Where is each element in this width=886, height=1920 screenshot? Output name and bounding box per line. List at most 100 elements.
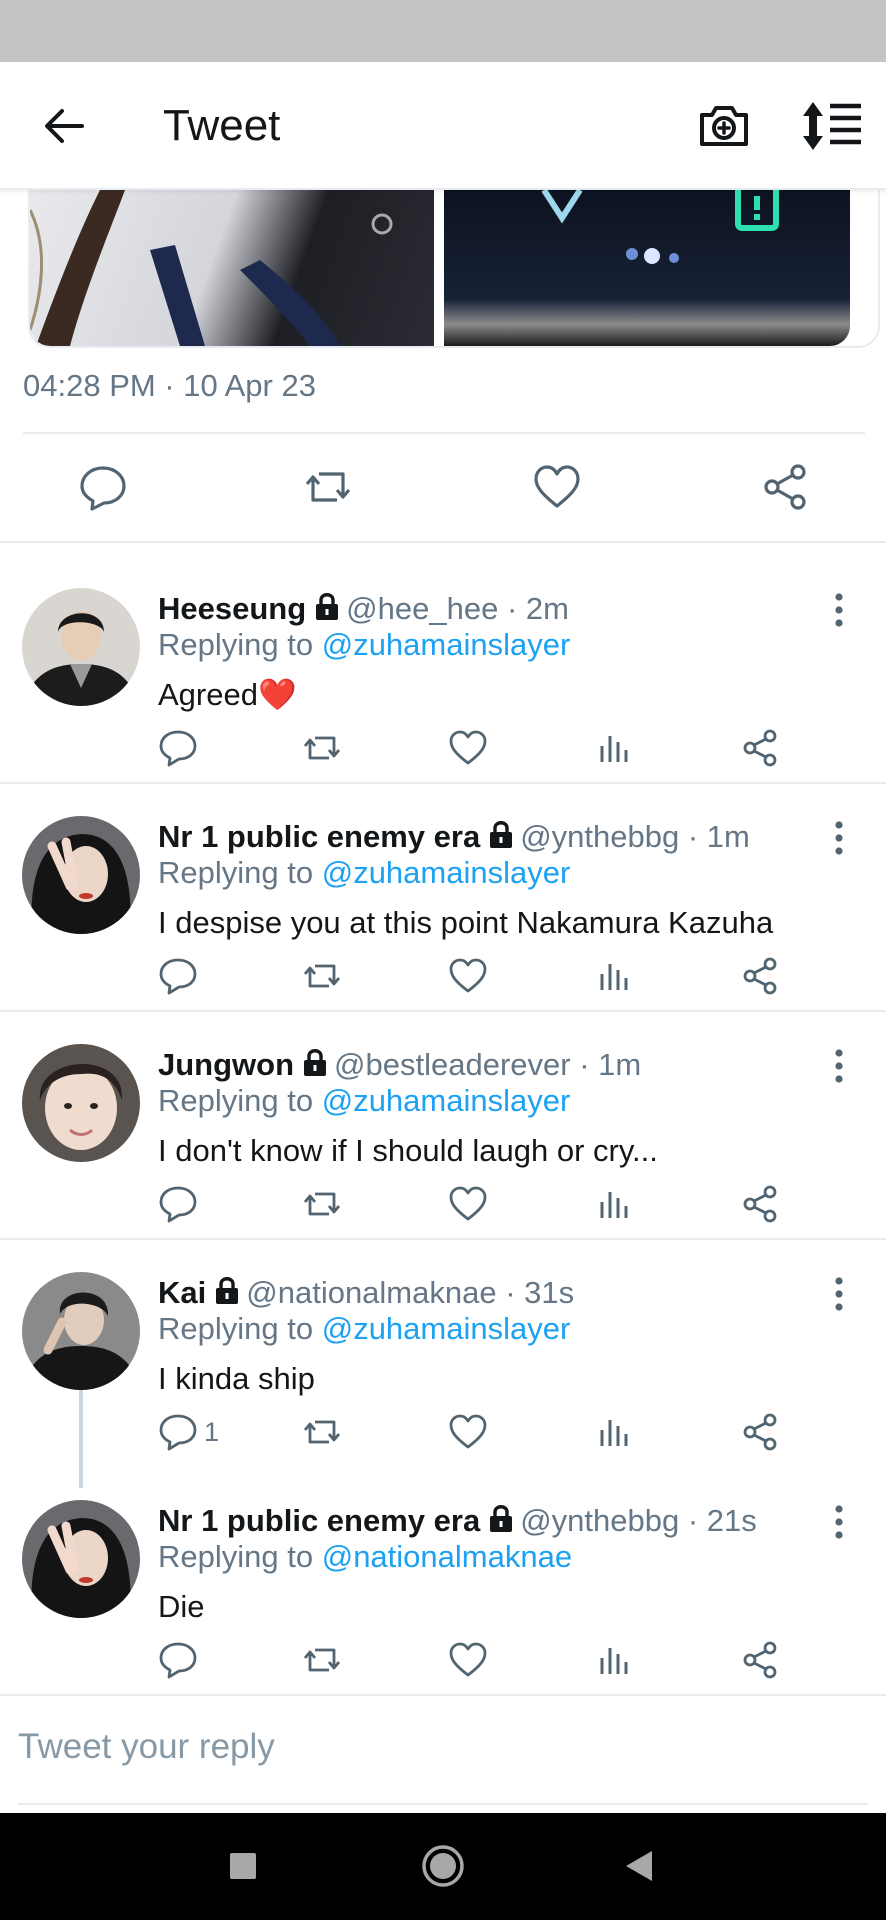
reply-icon[interactable] xyxy=(158,1640,198,1680)
reply-actions xyxy=(0,728,886,772)
like-icon[interactable] xyxy=(448,1184,488,1224)
tweet-photo-2[interactable] xyxy=(444,190,850,346)
display-name[interactable]: Nr 1 public enemy era xyxy=(158,819,480,854)
handle-and-time: @nationalmaknae · 31s xyxy=(246,1275,575,1310)
replying-to: Replying to @zuhamainslayer xyxy=(158,626,570,664)
share-icon[interactable] xyxy=(740,1184,780,1224)
lock-icon xyxy=(216,1277,239,1304)
reply-tweet[interactable]: Heeseung @hee_hee · 2m Replying to @zuham… xyxy=(0,554,886,782)
share-icon[interactable] xyxy=(740,728,780,768)
more-vertical-icon[interactable] xyxy=(822,1276,856,1312)
reply-header: Jungwon @bestleaderever · 1m xyxy=(158,1046,641,1084)
replying-to-label: Replying to xyxy=(158,1083,322,1118)
divider xyxy=(0,1694,886,1696)
replying-to: Replying to @zuhamainslayer xyxy=(158,1082,570,1120)
lock-icon xyxy=(490,1505,513,1532)
display-name[interactable]: Nr 1 public enemy era xyxy=(158,1503,480,1538)
mention-link[interactable]: @zuhamainslayer xyxy=(322,855,571,890)
avatar[interactable] xyxy=(22,1044,140,1162)
status-bar xyxy=(0,0,886,62)
avatar[interactable] xyxy=(22,816,140,934)
replying-to: Replying to @zuhamainslayer xyxy=(158,1310,570,1348)
display-name[interactable]: Heeseung xyxy=(158,591,306,626)
back-arrow-icon[interactable] xyxy=(38,100,90,152)
sort-icon[interactable] xyxy=(800,98,864,154)
stats-icon[interactable] xyxy=(594,1412,634,1452)
heart-emoji: ❤️ xyxy=(257,677,297,712)
reply-tweet[interactable]: Nr 1 public enemy era @ynthebbg · 21s Rep… xyxy=(0,1466,886,1694)
reply-text: Agreed❤️ xyxy=(158,676,297,714)
reply-actions xyxy=(0,1640,886,1684)
reply-composer[interactable]: Tweet your reply xyxy=(0,1697,886,1807)
reply-tweet[interactable]: Jungwon @bestleaderever · 1m Replying to … xyxy=(0,1010,886,1238)
more-vertical-icon[interactable] xyxy=(822,1048,856,1084)
avatar[interactable] xyxy=(22,1272,140,1390)
reply-text: Die xyxy=(158,1589,205,1624)
reply-icon[interactable] xyxy=(78,462,128,512)
reply-input[interactable]: Tweet your reply xyxy=(18,1727,275,1767)
retweet-icon[interactable] xyxy=(302,1184,342,1224)
retweet-icon[interactable] xyxy=(302,1412,342,1452)
stats-icon[interactable] xyxy=(594,1184,634,1224)
more-vertical-icon[interactable] xyxy=(822,820,856,856)
share-icon[interactable] xyxy=(740,1412,780,1452)
stats-icon[interactable] xyxy=(594,1640,634,1680)
reply-actions xyxy=(0,1184,886,1228)
replying-to-label: Replying to xyxy=(158,627,322,662)
mention-link[interactable]: @zuhamainslayer xyxy=(322,627,571,662)
back-triangle-icon[interactable] xyxy=(618,1843,664,1889)
retweet-icon[interactable] xyxy=(302,1640,342,1680)
reply-actions xyxy=(0,956,886,1000)
reply-tweet[interactable]: Nr 1 public enemy era @ynthebbg · 1m Repl… xyxy=(0,782,886,1010)
like-icon[interactable] xyxy=(448,1412,488,1452)
share-icon[interactable] xyxy=(740,956,780,996)
retweet-icon[interactable] xyxy=(302,728,342,768)
share-icon[interactable] xyxy=(740,1640,780,1680)
lock-icon xyxy=(304,1049,327,1076)
reply-header: Kai @nationalmaknae · 31s xyxy=(158,1274,574,1312)
more-vertical-icon[interactable] xyxy=(822,1504,856,1540)
reply-icon[interactable] xyxy=(158,1412,198,1452)
more-vertical-icon[interactable] xyxy=(822,592,856,628)
retweet-icon[interactable] xyxy=(303,462,353,512)
avatar[interactable] xyxy=(22,1500,140,1618)
reply-count: 1 xyxy=(204,1417,220,1447)
replying-to-label: Replying to xyxy=(158,1539,322,1574)
replying-to-label: Replying to xyxy=(158,1311,322,1346)
reply-icon[interactable] xyxy=(158,1184,198,1224)
stats-icon[interactable] xyxy=(594,728,634,768)
input-underline xyxy=(18,1803,868,1805)
handle-and-time: @ynthebbg · 1m xyxy=(520,819,750,854)
reply-tweet[interactable]: Kai @nationalmaknae · 31s Replying to @zu… xyxy=(0,1238,886,1466)
mention-link[interactable]: @zuhamainslayer xyxy=(322,1311,571,1346)
like-icon[interactable] xyxy=(532,462,582,512)
recents-square-icon[interactable] xyxy=(220,1843,266,1889)
avatar[interactable] xyxy=(22,588,140,706)
tweet-photo-1[interactable] xyxy=(30,190,434,346)
tweet-media[interactable] xyxy=(28,190,880,348)
display-name[interactable]: Kai xyxy=(158,1275,206,1310)
home-circle-icon[interactable] xyxy=(420,1843,466,1889)
mention-link[interactable]: @nationalmaknae xyxy=(322,1539,572,1574)
display-name[interactable]: Jungwon xyxy=(158,1047,294,1082)
replying-to: Replying to @zuhamainslayer xyxy=(158,854,570,892)
share-icon[interactable] xyxy=(760,462,810,512)
reply-icon[interactable] xyxy=(158,956,198,996)
divider xyxy=(0,541,886,543)
mention-link[interactable]: @zuhamainslayer xyxy=(322,1083,571,1118)
camera-plus-icon[interactable] xyxy=(696,98,752,154)
like-icon[interactable] xyxy=(448,728,488,768)
divider xyxy=(23,432,865,434)
like-icon[interactable] xyxy=(448,1640,488,1680)
handle-and-time: @ynthebbg · 21s xyxy=(520,1503,757,1538)
reply-text: I kinda ship xyxy=(158,1361,315,1396)
retweet-icon[interactable] xyxy=(302,956,342,996)
like-icon[interactable] xyxy=(448,956,488,996)
reply-header: Nr 1 public enemy era @ynthebbg · 21s xyxy=(158,1502,757,1540)
reply-actions: 1 xyxy=(0,1412,886,1456)
reply-icon[interactable] xyxy=(158,728,198,768)
stats-icon[interactable] xyxy=(594,956,634,996)
reply-header: Heeseung @hee_hee · 2m xyxy=(158,590,569,628)
handle-and-time: @hee_hee · 2m xyxy=(346,591,569,626)
reply-header: Nr 1 public enemy era @ynthebbg · 1m xyxy=(158,818,750,856)
